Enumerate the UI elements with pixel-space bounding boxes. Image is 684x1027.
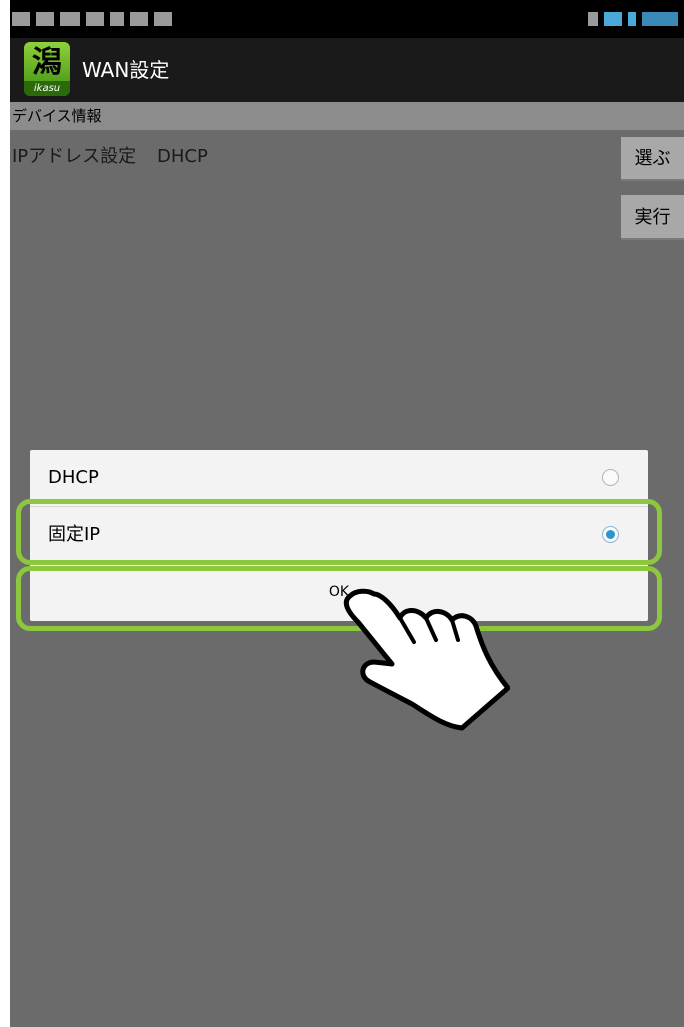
signal-icon: [588, 12, 598, 26]
notification-icon: [130, 12, 148, 26]
wifi-icon: [604, 12, 622, 26]
battery-icon: [628, 12, 636, 26]
notification-icon: [86, 12, 104, 26]
option-fixed-ip[interactable]: 固定IP: [30, 507, 648, 563]
select-button[interactable]: 選ぶ: [621, 137, 684, 181]
ip-setting-value: DHCP: [157, 146, 208, 167]
tap-hand-icon: [343, 588, 510, 731]
ok-button[interactable]: OK: [30, 571, 648, 621]
notification-icon: [60, 12, 80, 26]
option-label: 固定IP: [48, 524, 101, 545]
app-logo-text: ikasu: [24, 81, 70, 96]
radio-selected-icon[interactable]: [602, 526, 619, 543]
notification-icon: [36, 12, 54, 26]
status-bar: [10, 0, 684, 38]
ip-mode-dialog: DHCP 固定IP OK: [30, 450, 648, 621]
run-button[interactable]: 実行: [621, 195, 684, 240]
ip-setting-label: IPアドレス設定: [12, 146, 137, 167]
notification-icon: [12, 12, 30, 26]
page-title: WAN設定: [82, 58, 170, 82]
action-bar: 潟 ikasu WAN設定: [10, 38, 684, 102]
option-dhcp[interactable]: DHCP: [30, 450, 648, 506]
app-logo-icon[interactable]: 潟 ikasu: [24, 42, 70, 96]
notification-icon: [110, 12, 124, 26]
section-header: デバイス情報: [10, 102, 684, 130]
radio-unselected-icon[interactable]: [602, 469, 619, 486]
clock: [642, 12, 678, 26]
notification-icon: [154, 12, 172, 26]
option-label: DHCP: [48, 467, 99, 488]
